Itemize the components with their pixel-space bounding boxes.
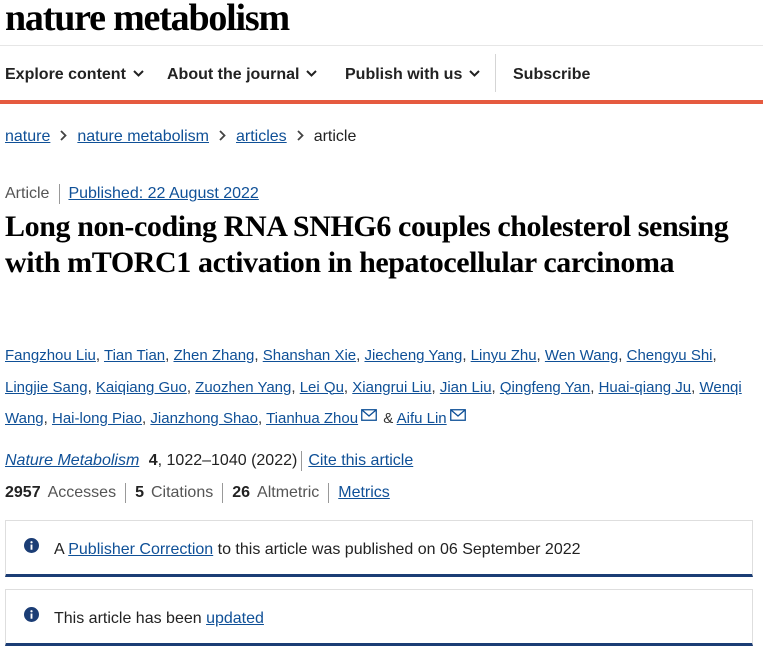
author-link[interactable]: Zuozhen Yang (195, 379, 291, 396)
author-link[interactable]: Chengyu Shi (627, 347, 713, 364)
nav-divider (495, 54, 496, 92)
info-icon (24, 607, 39, 622)
citation-line: Nature Metabolism 4, 1022–1040 (2022) Cit… (5, 451, 413, 471)
notice-prefix: This article has been (54, 610, 207, 627)
breadcrumb-articles[interactable]: articles (236, 128, 287, 145)
chevron-down-icon (133, 70, 144, 77)
author-link[interactable]: Huai-qiang Ju (599, 379, 692, 396)
metrics-divider (328, 483, 330, 503)
notice-text: This article has been updated (54, 610, 264, 628)
author-link[interactable]: Zhen Zhang (173, 347, 254, 364)
article-title: Long non-coding RNA SNHG6 couples choles… (5, 210, 729, 279)
nav-subscribe[interactable]: Subscribe (513, 66, 590, 84)
chevron-right-icon (60, 130, 68, 141)
journal-logo[interactable]: nature metabolism (5, 0, 290, 40)
nav-publish-with-us[interactable]: Publish with us (345, 66, 481, 84)
email-icon[interactable] (449, 401, 466, 433)
altmetric-count: 26 (232, 484, 251, 502)
author-link[interactable]: Aifu Lin (397, 410, 447, 427)
accent-bar (0, 100, 763, 104)
email-icon[interactable] (361, 401, 377, 433)
accesses-label: Accesses (47, 484, 117, 502)
breadcrumb-nature[interactable]: nature (5, 128, 50, 145)
accesses-count: 2957 (5, 484, 41, 502)
cite-divider (301, 451, 303, 471)
chevron-right-icon (297, 130, 304, 141)
updated-link[interactable]: updated (206, 610, 264, 627)
author-link[interactable]: Jiecheng Yang (364, 347, 462, 364)
author-link[interactable]: Hai-long Piao (52, 410, 142, 427)
metrics-divider (125, 483, 127, 503)
metrics-divider (222, 483, 224, 503)
author-link[interactable]: Shanshan Xie (263, 347, 356, 364)
chevron-down-icon (306, 70, 318, 77)
chevron-right-icon (219, 130, 226, 141)
author-link[interactable]: Lei Qu (300, 379, 344, 396)
chevron-down-icon (469, 70, 481, 77)
breadcrumb-current: article (313, 128, 357, 145)
author-link[interactable]: Kaiqiang Guo (96, 379, 187, 396)
nav-label: About the journal (167, 66, 300, 83)
author-link[interactable]: Qingfeng Yan (500, 379, 590, 396)
metrics-bar: 2957 Accesses 5 Citations 26 Altmetric Metrics (5, 483, 390, 503)
article-meta: Article Published: 22 August 2022 (5, 184, 259, 204)
article-type: Article (5, 185, 50, 203)
notice-prefix: A (54, 541, 69, 558)
author-link[interactable]: Xiangrui Liu (352, 379, 431, 396)
published-date-link[interactable]: Published: 22 August 2022 (68, 185, 258, 202)
pages: , 1022–1040 (2022) (157, 452, 298, 470)
meta-divider (59, 184, 61, 204)
breadcrumb: nature nature metabolism articles article (5, 128, 356, 146)
nav-label: Subscribe (513, 66, 591, 83)
citations-label: Citations (150, 484, 214, 502)
publisher-correction-notice: A Publisher Correction to this article w… (5, 520, 753, 577)
author-link[interactable]: Jianzhong Shao (150, 410, 258, 427)
author-link[interactable]: Linyu Zhu (471, 347, 537, 364)
altmetric-label: Altmetric (257, 484, 320, 502)
author-link[interactable]: Jian Liu (440, 379, 492, 396)
breadcrumb-nature-metabolism[interactable]: nature metabolism (77, 128, 209, 145)
notice-text: A Publisher Correction to this article w… (54, 541, 581, 559)
author-link[interactable]: Lingjie Sang (5, 379, 88, 396)
nav-label: Explore content (5, 66, 126, 83)
info-icon (24, 538, 39, 553)
nav-about-journal[interactable]: About the journal (167, 66, 318, 84)
citations-count: 5 (135, 484, 144, 502)
author-link[interactable]: Tianhua Zhou (266, 410, 358, 427)
journal-link[interactable]: Nature Metabolism (5, 452, 139, 469)
author-link[interactable]: Tian Tian (104, 347, 165, 364)
metrics-link[interactable]: Metrics (338, 484, 390, 501)
main-nav: Explore content About the journal Publis… (0, 46, 763, 100)
cite-this-article-link[interactable]: Cite this article (308, 452, 413, 469)
publisher-correction-link[interactable]: Publisher Correction (68, 541, 213, 558)
author-list: Fangzhou Liu, Tian Tian, Zhen Zhang, Sha… (5, 340, 755, 435)
volume: 4 (148, 452, 158, 470)
nav-explore-content[interactable]: Explore content (5, 66, 144, 84)
author-conjunction: & (383, 410, 394, 427)
notice-suffix: to this article was published on 06 Sept… (213, 541, 581, 558)
author-link[interactable]: Fangzhou Liu (5, 347, 96, 364)
author-link[interactable]: Wen Wang (545, 347, 618, 364)
nav-label: Publish with us (345, 66, 463, 83)
article-updated-notice: This article has been updated (5, 589, 753, 646)
